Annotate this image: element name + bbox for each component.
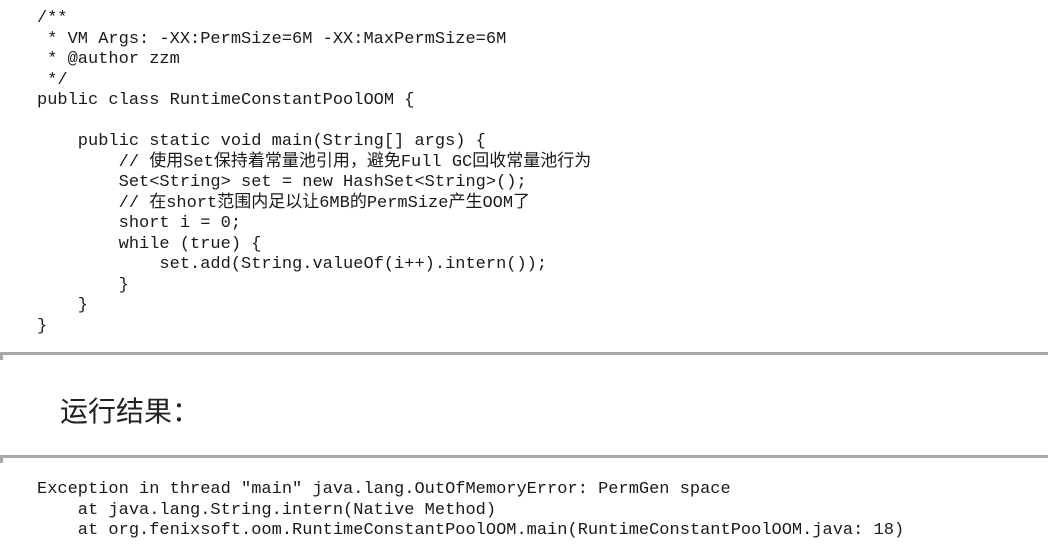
code-line: }	[37, 296, 89, 315]
divider-edge-mark	[0, 352, 3, 360]
output-line: at org.fenixsoft.oom.RuntimeConstantPool…	[37, 521, 905, 540]
code-line: // 使用Set保持着常量池引用，避免Full GC回收常量池行为	[37, 152, 592, 172]
console-output-block: Exception in thread "main" java.lang.Out…	[37, 480, 904, 542]
output-line: at java.lang.String.intern(Native Method…	[37, 500, 497, 520]
code-line: public class RuntimeConstantPoolOOM {	[37, 91, 415, 110]
code-line: Set<String> set = new HashSet<String>();	[37, 173, 527, 192]
divider-edge-mark	[0, 455, 3, 463]
code-line: }	[37, 275, 129, 295]
result-heading: 运行结果：	[60, 395, 201, 428]
section-divider	[0, 455, 1048, 458]
code-line: * @author zzm	[37, 50, 180, 69]
code-line: set.add(String.valueOf(i++).intern());	[37, 255, 548, 274]
code-line: */	[37, 70, 68, 90]
code-line: while (true) {	[37, 234, 262, 254]
section-divider	[0, 352, 1048, 355]
code-line: public static void main(String[] args) {	[37, 132, 486, 151]
code-line: * VM Args: -XX:PermSize=6M -XX:MaxPermSi…	[37, 29, 507, 49]
code-line: // 在short范围内足以让6MB的PermSize产生OOM了	[37, 193, 531, 213]
output-line: Exception in thread "main" java.lang.Out…	[37, 480, 731, 499]
code-line: /**	[37, 9, 68, 28]
code-line: short i = 0;	[37, 214, 242, 233]
source-code-block: /** * VM Args: -XX:PermSize=6M -XX:MaxPe…	[37, 9, 591, 337]
code-line: }	[37, 316, 48, 336]
